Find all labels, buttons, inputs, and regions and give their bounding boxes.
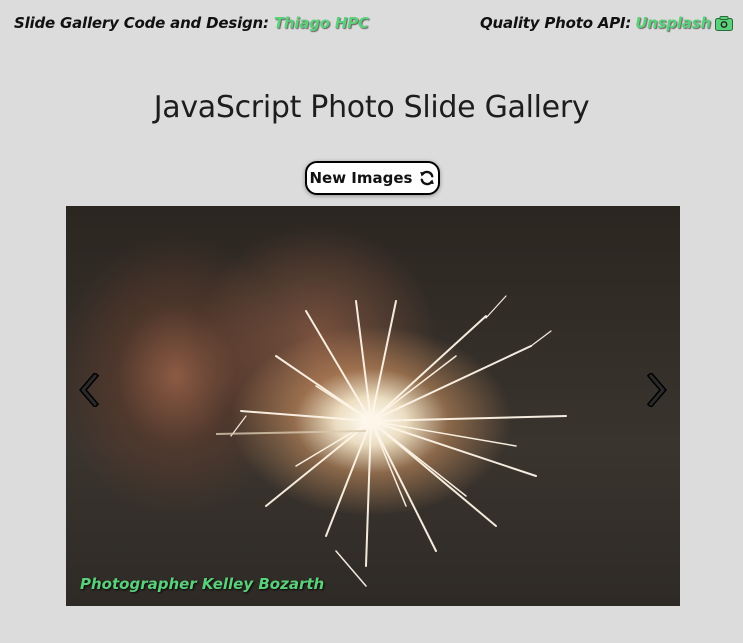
- chevron-left-icon: [79, 371, 100, 409]
- design-credit: Slide Gallery Code and Design: Thiago HP…: [14, 14, 369, 32]
- photographer-credit[interactable]: Photographer Kelley Bozarth: [80, 575, 324, 593]
- new-images-button[interactable]: New Images: [305, 161, 440, 195]
- api-credit-link[interactable]: Unsplash: [635, 14, 711, 32]
- sparkler-stick: [215, 430, 367, 435]
- api-credit: Quality Photo API: Unsplash: [480, 14, 733, 32]
- page-title: JavaScript Photo Slide Gallery: [153, 90, 590, 125]
- design-credit-label: Slide Gallery Code and Design:: [14, 14, 269, 32]
- sparkler-image: [215, 295, 567, 587]
- prev-slide-button[interactable]: [78, 371, 100, 409]
- refresh-icon: [419, 170, 435, 186]
- chevron-right-icon: [646, 371, 667, 409]
- camera-icon[interactable]: [715, 15, 733, 31]
- new-images-label: New Images: [309, 169, 413, 187]
- slide-photo: Photographer Kelley Bozarth: [66, 206, 680, 606]
- design-credit-link[interactable]: Thiago HPC: [274, 14, 369, 32]
- next-slide-button[interactable]: [646, 371, 668, 409]
- api-credit-label: Quality Photo API:: [479, 14, 632, 32]
